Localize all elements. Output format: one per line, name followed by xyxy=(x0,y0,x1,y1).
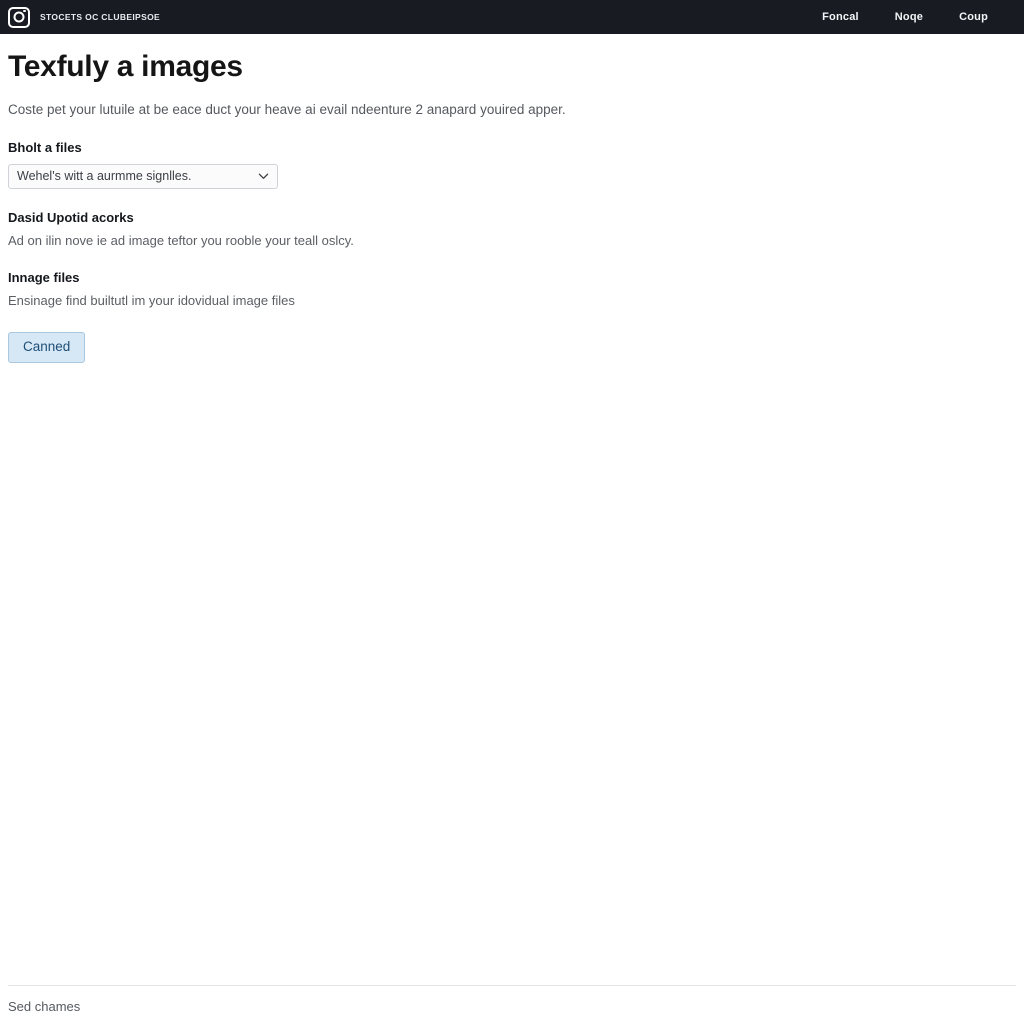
page-subtitle: Coste pet your lutuile at be eace duct y… xyxy=(8,102,566,117)
nav-links: Foncal Noqe Coup xyxy=(822,11,988,23)
nav-link-coup[interactable]: Coup xyxy=(959,11,988,23)
submit-button[interactable]: Canned xyxy=(8,332,86,363)
nav-link-foncal[interactable]: Foncal xyxy=(822,11,859,23)
brand[interactable]: STOCETS OC CLUBEIPSOE xyxy=(8,6,161,28)
footer: Sed chames xyxy=(0,985,1024,1024)
footer-divider xyxy=(8,985,1016,986)
brand-text: STOCETS OC CLUBEIPSOE xyxy=(40,12,161,22)
page-title: Texfuly a images xyxy=(8,50,243,83)
nav-link-noqe[interactable]: Noqe xyxy=(895,11,923,23)
footer-text: Sed chames xyxy=(8,999,81,1014)
upload-section-label: Dasid Upotid acorks xyxy=(8,209,134,225)
select-field-label: Bholt a files xyxy=(8,139,82,155)
top-navigation-bar: STOCETS OC CLUBEIPSOE Foncal Noqe Coup xyxy=(0,0,1024,34)
image-section-label: Innage files xyxy=(8,270,80,286)
page-content: Texfuly a images Coste pet your lutuile … xyxy=(0,34,1024,363)
upload-section-description: Ad on ilin nove ie ad image teftor you r… xyxy=(8,232,354,248)
image-section-description: Ensinage find builtutl im your idovidual… xyxy=(8,293,295,309)
select-wrapper: Wehel's witt a aurmme signlles. xyxy=(8,163,278,189)
file-select[interactable]: Wehel's witt a aurmme signlles. xyxy=(8,163,278,189)
camera-logo-icon xyxy=(8,6,30,28)
